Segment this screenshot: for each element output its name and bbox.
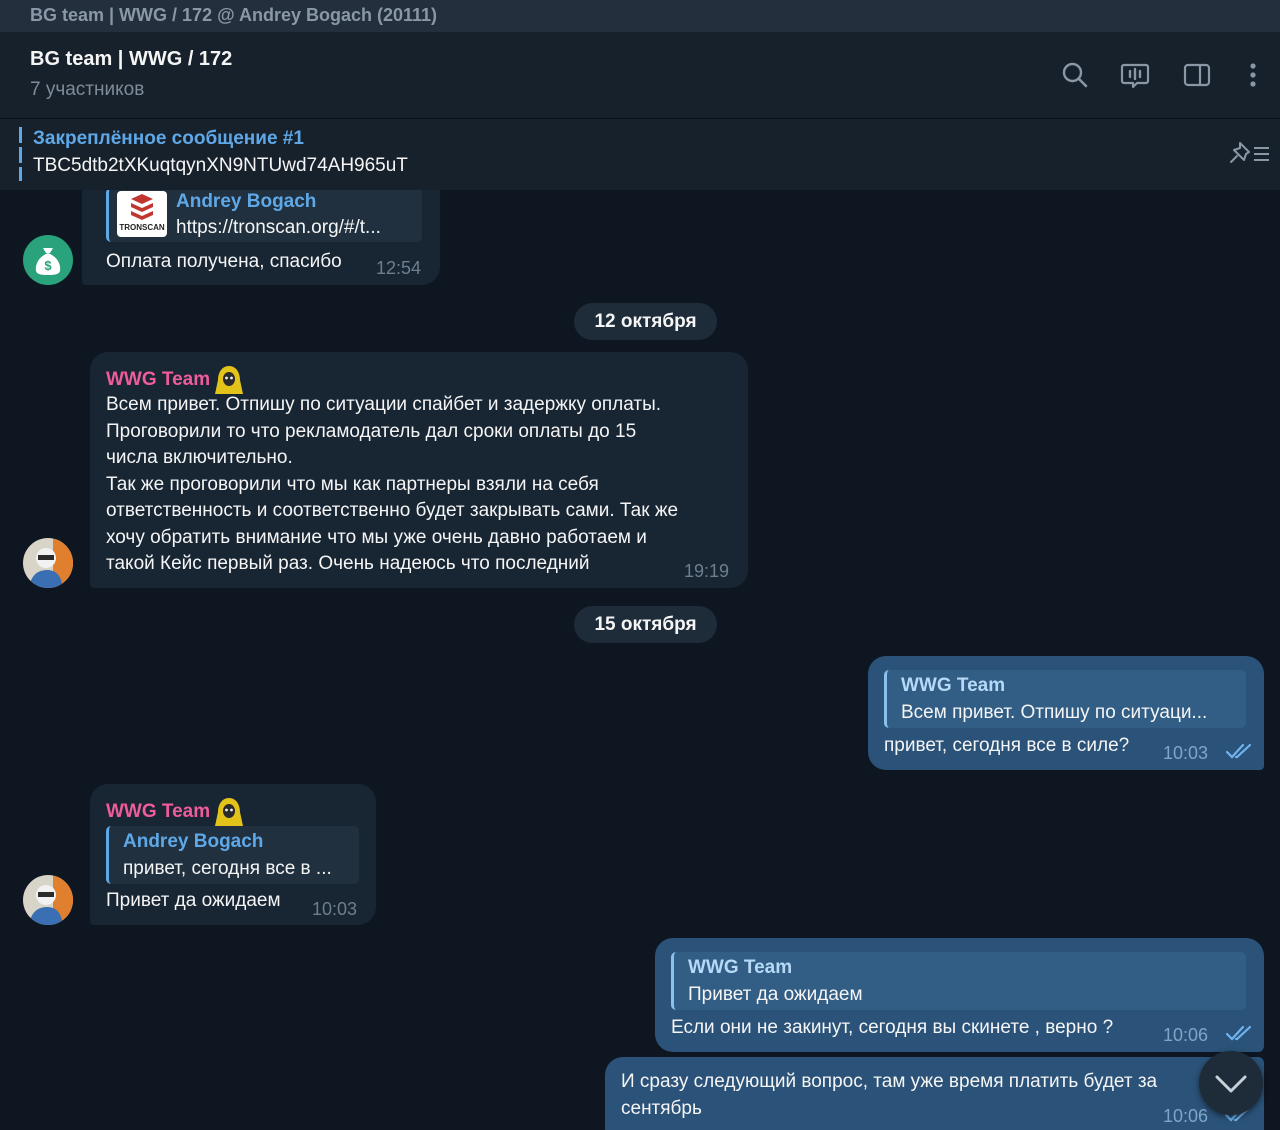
message-line: Проговорили то что рекламодатель дал сро… xyxy=(106,420,637,442)
message-line: числа включительно. xyxy=(106,447,293,468)
svg-text:$: $ xyxy=(44,258,52,273)
chat-title[interactable]: BG team | WWG / 172 xyxy=(30,48,232,71)
reply-text: Привет да ожидаем xyxy=(688,984,863,1005)
message-text: Если они не закинут, сегодня вы скинете … xyxy=(671,1017,1114,1038)
message-time: 10:03 xyxy=(1163,743,1209,763)
pin-indicator xyxy=(19,127,22,181)
message-line: ответственность и соответственно будет з… xyxy=(106,500,679,521)
reply-sender: WWG Team xyxy=(688,957,793,978)
window-title: BG team | WWG / 172 @ Andrey Bogach (201… xyxy=(0,0,1280,32)
reply-preview[interactable]: TRONSCAN Andrey Bogach https://tronscan.… xyxy=(106,190,422,242)
message-line: Так же проговорили что мы как партнеры в… xyxy=(106,473,599,495)
pinned-text: TBC5dtb2tXKuqtqynXN9NTUwd74AH965uT xyxy=(33,155,408,176)
reply-preview[interactable]: WWG Team Всем привет. Отпишу по ситуаци.… xyxy=(884,670,1246,728)
members-count: 7 участников xyxy=(30,79,145,100)
message-line: хочу обратить внимание что мы уже очень … xyxy=(106,526,647,548)
message-bubble[interactable]: WWG Team Всем привет. Отпишу по ситуации… xyxy=(90,352,748,588)
message-text: Всем привет. Отпишу по ситуации спайбет … xyxy=(106,392,678,578)
message-time: 12:54 xyxy=(376,258,422,278)
date-separator: 12 октября xyxy=(574,303,717,340)
message-line: сентябрь xyxy=(621,1097,702,1119)
message-text: привет, сегодня все в силе? xyxy=(884,735,1130,756)
thumbnail-label: TRONSCAN xyxy=(119,223,165,232)
message-text: Привет да ожидаем xyxy=(106,890,281,911)
pinned-title: Закреплённое сообщение #1 xyxy=(33,128,304,149)
message-bubble[interactable]: WWG Team Всем привет. Отпишу по ситуаци.… xyxy=(868,656,1264,770)
avatar-wwg-team[interactable] xyxy=(23,538,73,588)
message-bubble[interactable]: WWG Team Andrey Bogach привет, сегодня в… xyxy=(90,784,376,925)
search-icon[interactable] xyxy=(1060,60,1090,90)
reply-text: привет, сегодня все в ... xyxy=(123,858,332,879)
message-text: Оплата получена, спасибо xyxy=(106,251,342,272)
hooded-figure-icon xyxy=(215,798,244,826)
reply-preview[interactable]: WWG Team Привет да ожидаем xyxy=(671,952,1246,1010)
reply-text: Всем привет. Отпишу по ситуаци... xyxy=(901,702,1208,723)
reply-sender: Andrey Bogach xyxy=(123,831,264,852)
message-line: такой Кейс первый раз. Очень надеюсь что… xyxy=(106,553,590,574)
sender-name[interactable]: WWG Team xyxy=(106,799,210,826)
sender-name[interactable]: WWG Team xyxy=(106,367,210,394)
read-checkmarks-icon xyxy=(1226,1025,1252,1041)
reply-text: https://tronscan.org/#/t... xyxy=(176,217,381,238)
message-line: Всем привет. Отпишу по ситуации спайбет … xyxy=(106,394,662,415)
avatar-wwg-team[interactable] xyxy=(23,875,73,925)
chevron-down-icon xyxy=(1215,1075,1247,1093)
pin-list-icon[interactable] xyxy=(1228,139,1272,169)
message-text: И сразу следующий вопрос, там уже время … xyxy=(621,1069,1157,1122)
message-line: И сразу следующий вопрос, там уже время … xyxy=(621,1071,1158,1092)
message-list[interactable]: $ TRONSCAN Andrey Bogach https://tronsca… xyxy=(0,190,1280,1130)
money-bag-icon: $ xyxy=(35,248,61,275)
date-separator: 15 октября xyxy=(574,606,717,643)
read-checkmarks-icon xyxy=(1226,743,1252,759)
reply-preview[interactable]: Andrey Bogach привет, сегодня все в ... xyxy=(106,826,359,884)
reply-sender: Andrey Bogach xyxy=(176,191,317,212)
tronscan-thumbnail: TRONSCAN xyxy=(117,191,167,237)
sender-emoji xyxy=(213,796,245,828)
message-bubble[interactable]: И сразу следующий вопрос, там уже время … xyxy=(605,1057,1264,1130)
message-time: 19:19 xyxy=(684,561,730,581)
reply-sender: WWG Team xyxy=(901,675,1006,696)
sidebar-toggle-icon[interactable] xyxy=(1182,60,1212,90)
message-bubble[interactable]: WWG Team Привет да ожидаем Если они не з… xyxy=(655,938,1264,1052)
tronscan-logo-icon xyxy=(131,194,153,220)
message-time: 10:03 xyxy=(312,899,358,919)
more-vertical-icon[interactable] xyxy=(1238,60,1268,90)
pinned-message-bar[interactable]: Закреплённое сообщение #1 TBC5dtb2tXKuqt… xyxy=(0,118,1280,190)
chat-header: BG team | WWG / 172 7 участников xyxy=(0,32,1280,118)
message-time: 10:06 xyxy=(1163,1025,1209,1045)
live-stream-icon[interactable] xyxy=(1120,60,1150,90)
message-bubble[interactable]: TRONSCAN Andrey Bogach https://tronscan.… xyxy=(82,190,440,285)
scroll-down-button[interactable] xyxy=(1199,1051,1263,1115)
avatar-payment[interactable]: $ xyxy=(23,235,73,285)
